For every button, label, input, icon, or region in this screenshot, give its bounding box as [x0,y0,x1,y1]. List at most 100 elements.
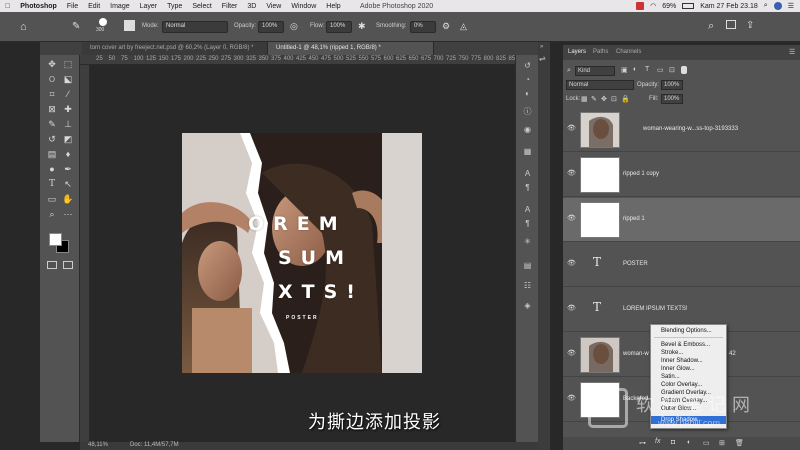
lock-position-icon[interactable]: ✥ [601,95,607,103]
lock-all-icon[interactable]: 🔒 [621,95,630,103]
shape-tool-icon[interactable]: ▭ [45,193,59,205]
menu-item-bevel-emboss[interactable]: Bevel & Emboss... [651,341,726,349]
menu-item-blending-options[interactable]: Blending Options... [651,327,726,335]
fx-icon[interactable]: fx [655,438,660,445]
history-brush-icon[interactable]: ↺ [45,133,59,145]
hand-tool-icon[interactable]: ✋ [61,193,75,205]
layer-name[interactable]: woman-wearing-w...ss-top-3193333 [643,126,738,132]
crop-tool-icon[interactable]: ⌗ [45,88,59,100]
glyphs-icon[interactable]: A [522,205,533,215]
menu-file[interactable]: File [62,3,83,10]
menu-view[interactable]: View [261,3,286,10]
menu-filter[interactable]: Filter [217,3,243,10]
type-filter-icon[interactable]: T [645,66,649,73]
wifi-icon[interactable]: ◠ [650,2,656,10]
adjustment-filter-icon[interactable]: ◐ [633,66,637,73]
character-icon[interactable]: A [522,169,533,179]
filter-search-icon[interactable]: ⌕ [567,67,571,75]
delete-layer-icon[interactable]: 🗑 [735,439,744,447]
shape-filter-icon[interactable]: ▭ [657,66,664,74]
properties-icon[interactable]: ◔ [522,75,533,85]
pen-tool-icon[interactable]: ✒ [61,163,75,175]
color-icon[interactable]: ◉ [522,125,533,135]
menu-item-satin[interactable]: Satin... [651,373,726,381]
menu-item-inner-shadow[interactable]: Inner Shadow... [651,357,726,365]
lasso-tool-icon[interactable]: ଠ [45,73,59,85]
paragraph-icon[interactable]: ¶ [522,183,533,193]
more-tools-icon[interactable]: ⋯ [61,208,75,220]
opacity-field[interactable]: 100% [258,21,284,33]
filter-toggle-icon[interactable] [681,66,687,74]
marquee-tool-icon[interactable]: ⬚ [61,58,75,70]
apple-menu-icon[interactable]:  [0,3,15,10]
brush-tool-icon[interactable]: ✎ [72,21,80,32]
brush-preset-picker[interactable]: 300 [96,17,110,33]
link-layers-icon[interactable]: ⊶ [639,439,646,447]
control-center-icon[interactable]: ☰ [788,2,794,10]
layer-comps-icon[interactable]: ◈ [522,301,533,311]
smoothing-field[interactable]: 0% [410,21,436,33]
menu-item-stroke[interactable]: Stroke... [651,349,726,357]
blend-mode-select[interactable]: Normal [566,80,634,90]
screen-mode-icon[interactable] [63,261,73,269]
collapse-panels-icon[interactable]: » [540,44,543,50]
lock-pixels-icon[interactable]: ✎ [591,95,597,103]
visibility-eye-icon[interactable]: 👁 [567,125,576,132]
eraser-tool-icon[interactable]: ◩ [61,133,75,145]
visibility-eye-icon[interactable]: 👁 [567,395,576,402]
adjustment-layer-icon[interactable]: ◐ [687,439,691,446]
visibility-eye-icon[interactable]: 👁 [567,350,576,357]
layer-fill-field[interactable]: 100% [661,94,683,104]
angle-icon[interactable]: ◬ [460,21,467,32]
libraries-icon[interactable]: ▤ [522,261,533,271]
type-tool-icon[interactable]: T [45,178,59,190]
canvas-area[interactable]: OREM SUM XTS! POSTER [90,65,538,442]
app-menu[interactable]: Photoshop [15,3,62,10]
clock[interactable]: Kam 27 Feb 23.18 [700,3,758,10]
new-layer-icon[interactable]: ⊞ [719,439,725,447]
stamp-tool-icon[interactable]: ⊥ [61,118,75,130]
channels-icon[interactable]: ☷ [522,281,533,291]
new-group-icon[interactable]: ▭ [703,439,710,447]
lock-artboard-icon[interactable]: ⊡ [611,95,617,103]
menu-type[interactable]: Type [162,3,187,10]
brush-settings-icon[interactable]: ✳ [522,237,533,247]
visibility-eye-icon[interactable]: 👁 [567,170,576,177]
airbrush-icon[interactable]: ✱ [358,21,366,32]
visibility-eye-icon[interactable]: 👁 [567,260,576,267]
doc-size[interactable]: Doc: 11,4M/57,7M [130,442,179,448]
eyedropper-tool-icon[interactable]: ⁄ [61,88,75,100]
quick-mask-icon[interactable] [47,261,57,269]
home-icon[interactable]: ⌂ [20,21,27,33]
kind-filter-select[interactable]: Kind [575,66,615,76]
frame-tool-icon[interactable]: ⊠ [45,103,59,115]
user-icon[interactable] [773,2,782,10]
tab-layers[interactable]: Layers [568,49,586,55]
info-icon[interactable]: ⓘ [522,107,533,117]
zoom-level[interactable]: 48,11% [88,442,108,448]
search-icon[interactable]: ⌕ [708,20,714,33]
tab-untitled-1[interactable]: Untitled-1 @ 48,1% (ripped 1, RGB/8) * [268,42,434,55]
workspace-icon[interactable] [726,20,736,29]
layer-row[interactable]: 👁 T POSTER [563,243,800,287]
styles-icon[interactable]: ¶ [522,219,533,229]
menu-select[interactable]: Select [187,3,216,10]
tab-paths[interactable]: Paths [593,49,608,55]
add-mask-icon[interactable]: ◘ [671,439,675,446]
smoothing-settings-icon[interactable]: ⚙ [442,21,450,32]
tab-torn-cover-art[interactable]: torn cover art by freeject.net.psd @ 60,… [82,42,268,55]
menu-layer[interactable]: Layer [135,3,163,10]
mode-select[interactable]: Normal [162,21,228,33]
visibility-eye-icon[interactable]: 👁 [567,215,576,222]
tab-channels[interactable]: Channels [616,49,641,55]
menu-edit[interactable]: Edit [83,3,105,10]
layer-name[interactable]: woman-w [623,351,649,357]
object-select-tool-icon[interactable]: ⬕ [61,73,75,85]
swatches-icon[interactable]: ▦ [522,147,533,157]
menu-help[interactable]: Help [321,3,345,10]
lock-transparency-icon[interactable]: ▦ [581,95,588,103]
history-icon[interactable]: ↺ [522,61,533,71]
layer-row[interactable]: 👁 woman-wearing-w...ss-top-3193333 [563,108,800,152]
dodge-tool-icon[interactable]: ● [45,163,59,175]
panel-menu-icon[interactable]: ☰ [789,48,795,56]
